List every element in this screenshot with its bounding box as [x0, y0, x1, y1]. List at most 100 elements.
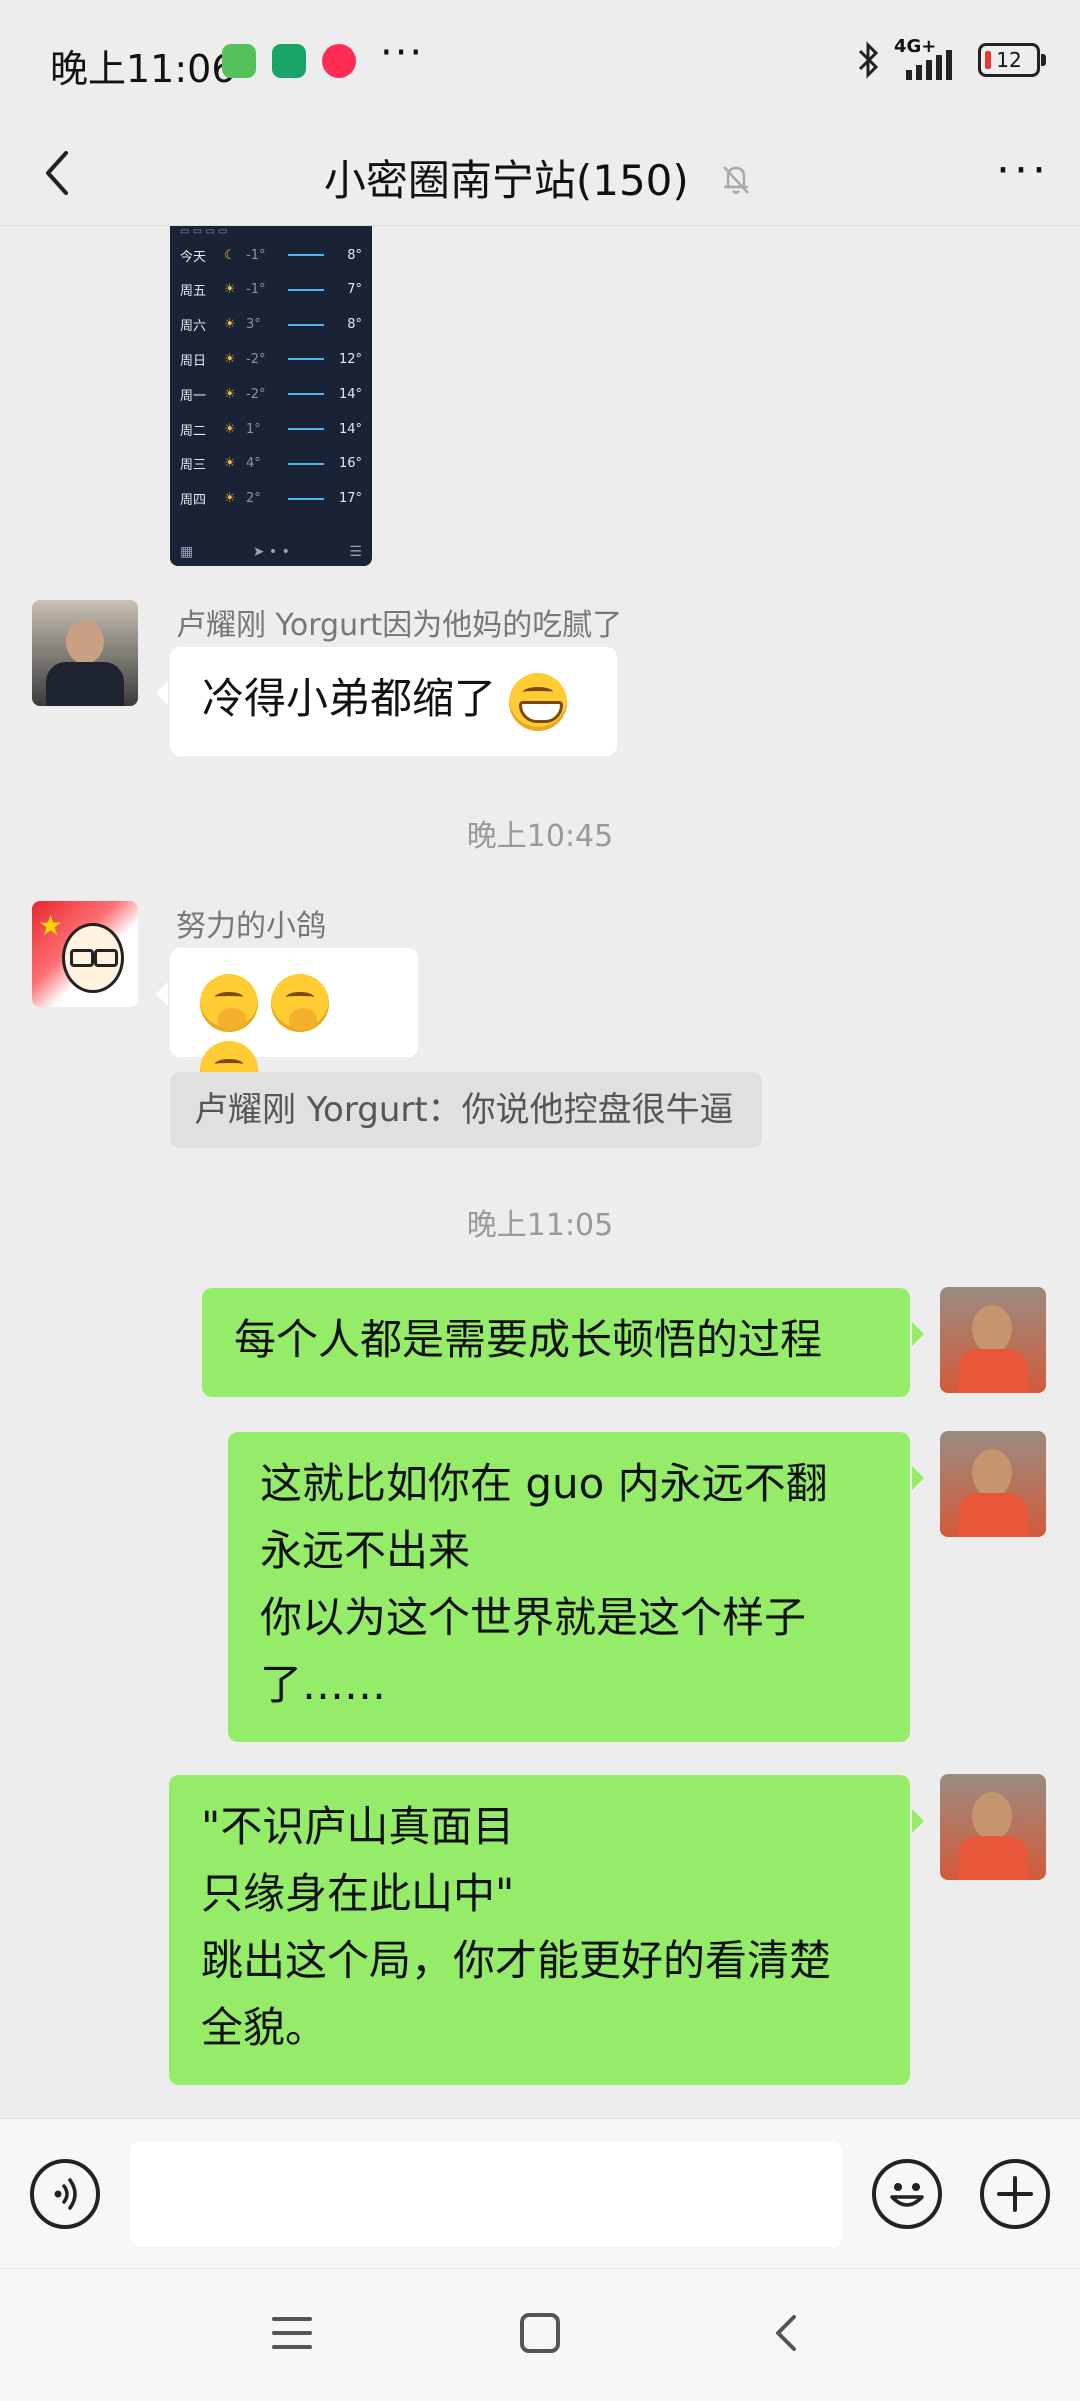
weather-condition-icon: ☀ [224, 351, 236, 367]
weather-row: 周三 ☀ 4° 16° [180, 447, 362, 481]
message-line: 跳出这个局，你才能更好的看清楚 [201, 1936, 832, 1985]
network-type: 4G+ [894, 36, 937, 57]
weather-header: ▭ ▭ ▭ ▭ [180, 226, 228, 237]
weather-footer: ▦ ➤ • • ☰ [170, 538, 372, 566]
smiley-icon [890, 2183, 924, 2207]
bluetooth-icon [858, 41, 879, 79]
weather-day: 周四 [180, 493, 207, 509]
weather-high: 8° [347, 247, 362, 263]
weather-row: 周日 ☀ -2° 12° [180, 342, 362, 376]
avatar-self[interactable] [940, 1774, 1046, 1880]
chat-header: 小密圈南宁站(150) ··· [0, 125, 1080, 226]
weather-low: 1° [246, 421, 261, 437]
voice-input-button[interactable] [30, 2159, 100, 2229]
weather-day: 周六 [180, 319, 207, 335]
weather-high: 8° [347, 317, 362, 333]
weather-row: 今天 ☾ -1° 8° [180, 238, 362, 272]
weather-high: 14° [338, 386, 362, 402]
back-nav-icon[interactable] [766, 2311, 810, 2355]
message-bubble-incoming[interactable] [156, 948, 418, 1099]
system-navigation-bar [0, 2268, 1080, 2401]
temperature-range-bar [288, 428, 324, 430]
temperature-range-bar [288, 393, 324, 396]
weather-low: -1° [246, 282, 266, 298]
temperature-range-bar [288, 288, 324, 291]
sender-name: 努力的小鸽 [176, 909, 326, 944]
list-icon: ☰ [349, 544, 362, 560]
message-text: 冷得小弟都缩了 [202, 674, 497, 723]
weather-condition-icon: ☀ [224, 386, 236, 402]
weather-low: 4° [246, 456, 261, 472]
status-time: 晚上11:06 [50, 47, 236, 91]
message-text: 每个人都是需要成长顿悟的过程 [234, 1315, 823, 1364]
weather-row: 周一 ☀ -2° 14° [180, 377, 362, 411]
message-line: 你以为这个世界就是这个样子 [260, 1593, 807, 1642]
weather-row: 周二 ☀ 1° 14° [180, 412, 362, 446]
message-bubble-incoming[interactable]: 冷得小弟都缩了 [156, 647, 617, 756]
message-bubble-outgoing[interactable]: 这就比如你在 guo 内永远不翻 永远不出来 你以为这个世界就是这个样子 了…… [228, 1432, 924, 1742]
home-nav-icon[interactable] [518, 2311, 562, 2355]
avatar-self[interactable] [940, 1431, 1046, 1537]
weather-condition-icon: ☀ [224, 456, 236, 472]
status-bar: 晚上11:06 ··· 4G+ 12 [0, 0, 1080, 125]
weather-row: 周四 ☀ 2° 17° [180, 482, 362, 516]
thinking-emoji-icon [271, 973, 330, 1032]
message-line: 了…… [260, 1660, 387, 1709]
weather-day: 周三 [180, 458, 207, 474]
message-line: "不识庐山真面目 [201, 1802, 515, 1851]
thinking-emoji-icon [200, 973, 258, 1032]
weather-high: 12° [338, 351, 362, 367]
timestamp: 晚上10:45 [466, 819, 614, 854]
weather-image-message[interactable]: ▭ ▭ ▭ ▭ 今天 ☾ -1° 8° 周五 ☀ -1° 7° 周六 ☀ 3° 8° 周日 ☀ -2° 12°… [170, 226, 372, 566]
more-notifications-icon: ··· [380, 30, 425, 76]
sender-name: 卢耀刚 Yorgurt因为他妈的吃腻了 [176, 608, 623, 643]
battery-level: 12 [996, 48, 1022, 72]
menu-nav-icon[interactable] [270, 2311, 314, 2355]
weather-low: -1° [246, 247, 266, 263]
avatar-nulidexiaoge[interactable]: ★ [32, 901, 138, 1007]
plus-icon [997, 2176, 1033, 2212]
weather-row: 周六 ☀ 3° 8° [180, 308, 362, 342]
weather-condition-icon: ☾ [224, 247, 236, 263]
weather-high: 17° [338, 491, 362, 507]
message-bubble-outgoing[interactable]: "不识庐山真面目 只缘身在此山中" 跳出这个局，你才能更好的看清楚 全貌。 [169, 1775, 924, 2085]
emoji-button[interactable] [872, 2159, 942, 2229]
message-line: 全貌。 [201, 2003, 328, 2052]
battery-icon: 12 [978, 43, 1046, 77]
status-right-group: 4G+ 12 [856, 36, 1046, 80]
weather-low: -2° [246, 351, 266, 367]
star-icon: ★ [38, 909, 64, 942]
muted-bell-icon [723, 166, 750, 194]
app-notification-icon [222, 44, 256, 78]
weather-low: 2° [246, 491, 261, 507]
temperature-range-bar [288, 358, 324, 361]
weather-condition-icon: ☀ [224, 421, 236, 437]
more-functions-button[interactable] [980, 2159, 1050, 2229]
avatar-self[interactable] [940, 1287, 1046, 1393]
chat-title: 小密圈南宁站(150) [0, 147, 1080, 208]
map-icon: ▦ [180, 544, 194, 560]
temperature-range-bar [288, 497, 324, 500]
weather-low: 3° [246, 317, 261, 333]
weather-condition-icon: ☀ [224, 491, 236, 507]
weather-high: 7° [347, 282, 362, 298]
music-notification-icon [322, 44, 356, 78]
temperature-range-bar [288, 462, 324, 465]
message-bubble-outgoing[interactable]: 每个人都是需要成长顿悟的过程 [202, 1288, 924, 1397]
chat-area[interactable]: ▭ ▭ ▭ ▭ 今天 ☾ -1° 8° 周五 ☀ -1° 7° 周六 ☀ 3° 8° 周日 ☀ -2° 12°… [0, 226, 1080, 2116]
message-input[interactable] [130, 2141, 842, 2247]
voice-icon [54, 2178, 77, 2210]
weather-day: 周二 [180, 423, 207, 439]
avatar-luyaogang[interactable] [32, 600, 138, 706]
message-line: 只缘身在此山中" [201, 1869, 515, 1918]
weather-day: 周一 [180, 388, 207, 404]
message-line: 永远不出来 [260, 1526, 471, 1575]
weather-day: 周五 [180, 284, 207, 300]
timestamp: 晚上11:05 [466, 1208, 614, 1243]
more-options-button[interactable]: ··· [996, 145, 1050, 196]
page-dots-icon: ➤ • • [252, 544, 290, 560]
quoted-reply[interactable]: 卢耀刚 Yorgurt：你说他控盘很牛逼 [170, 1072, 762, 1148]
weather-low: -2° [246, 386, 266, 402]
signal-icon: 4G+ [894, 36, 966, 80]
temperature-range-bar [288, 254, 324, 256]
